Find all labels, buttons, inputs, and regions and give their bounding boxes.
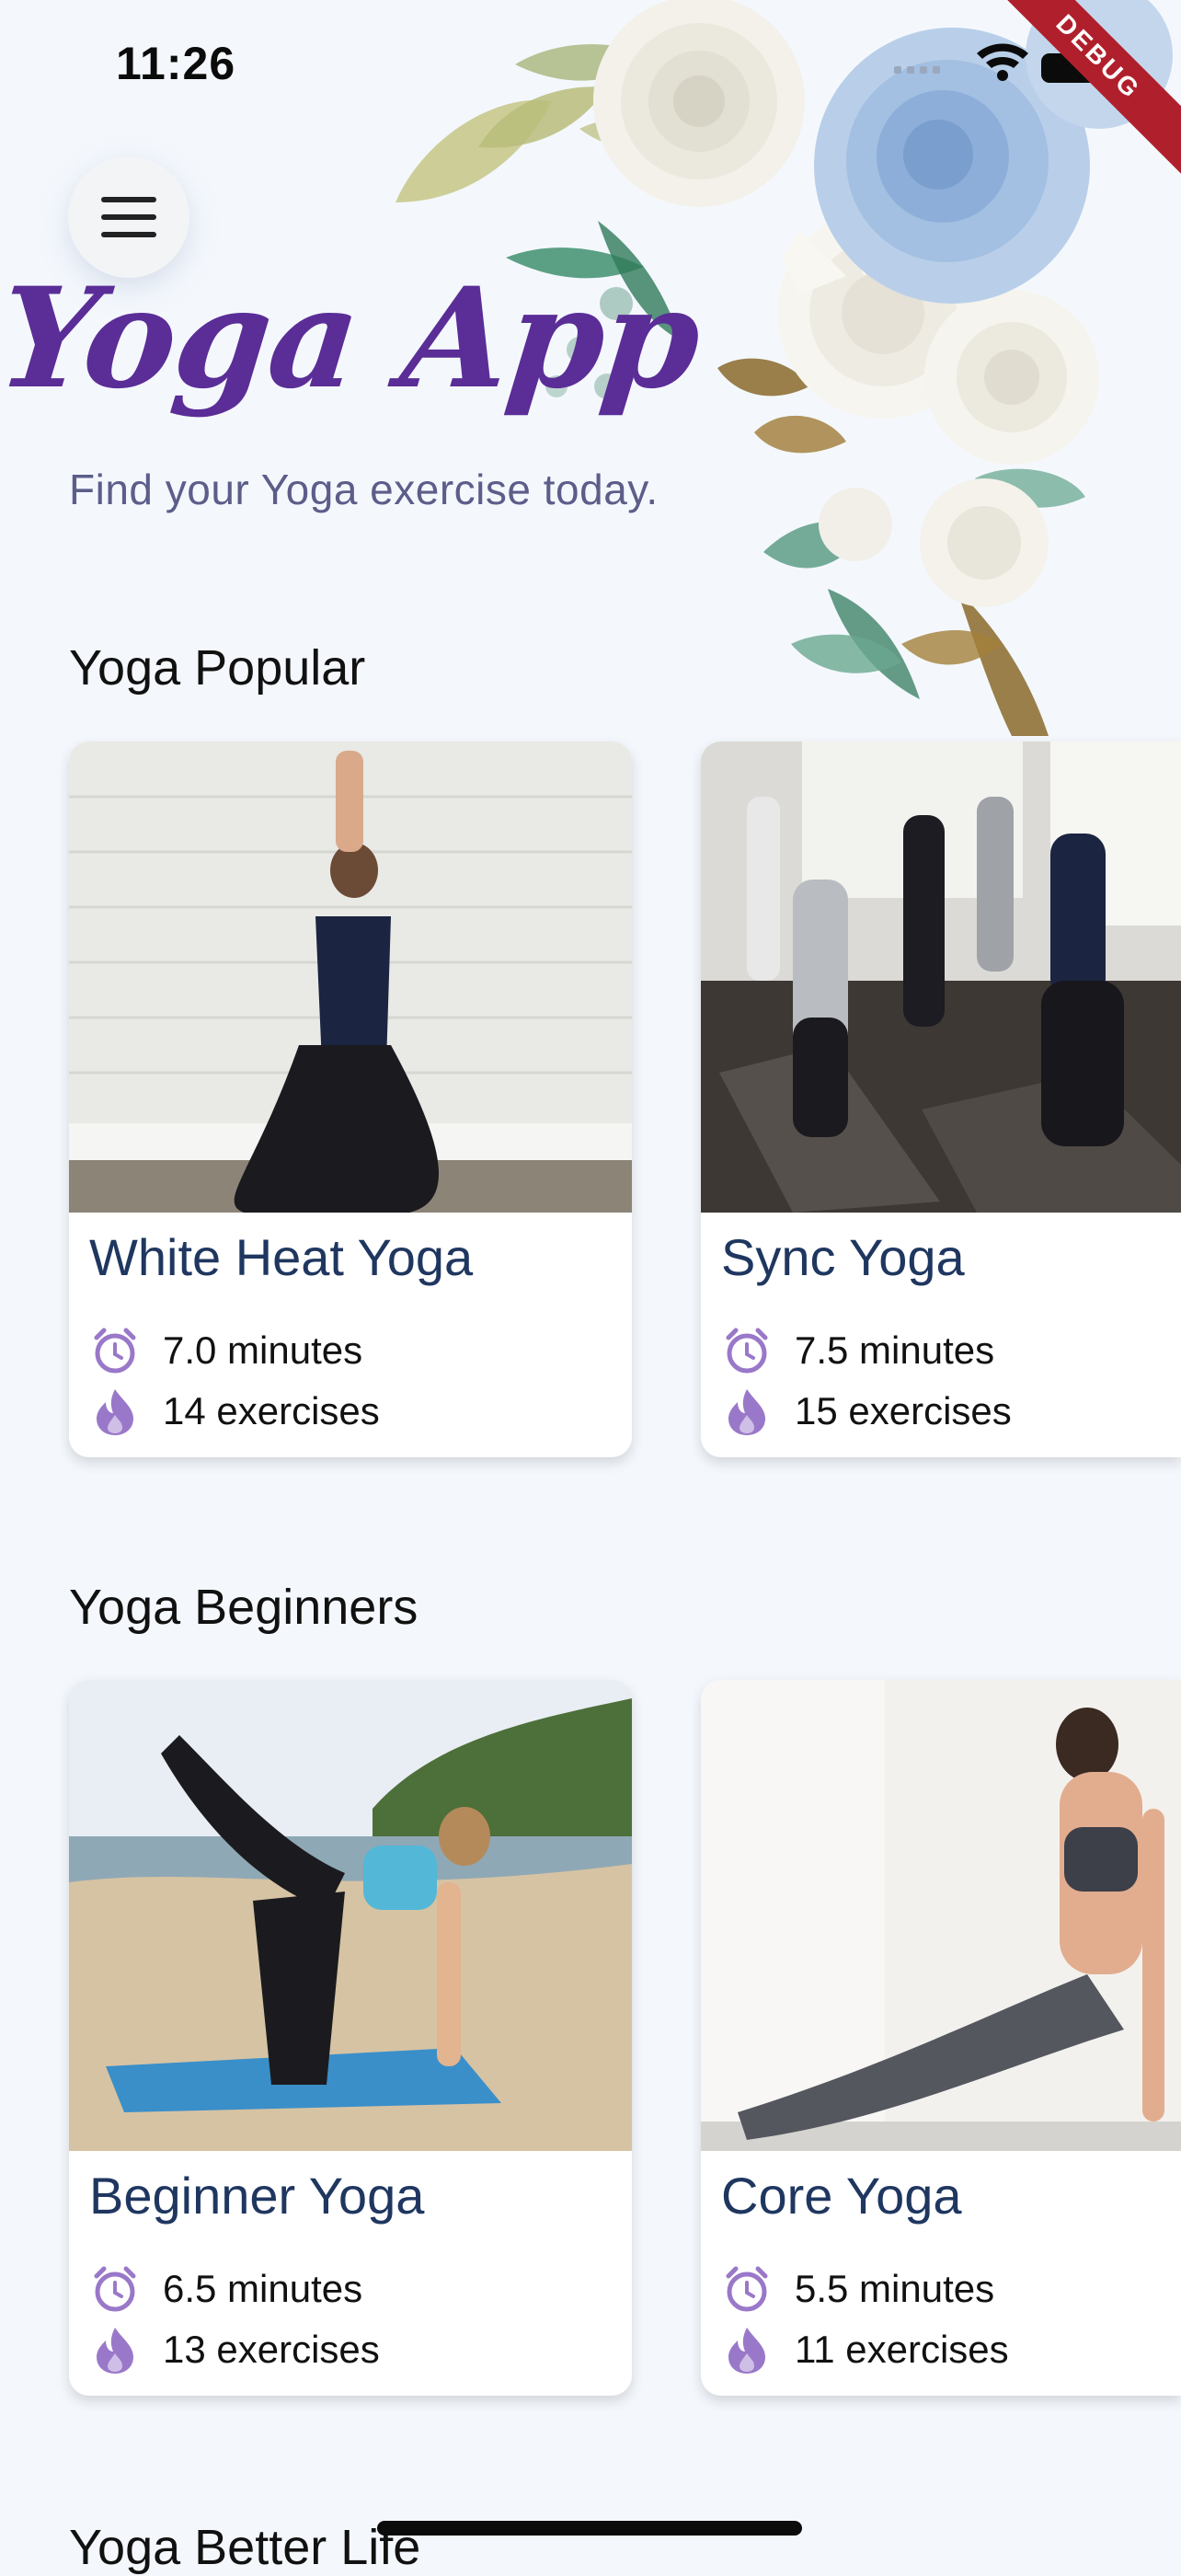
card-duration: 5.5 minutes	[721, 2263, 994, 2315]
app-subtitle: Find your Yoga exercise today.	[69, 466, 659, 513]
hamburger-icon	[101, 197, 156, 237]
card-exercises: 15 exercises	[721, 1386, 1012, 1437]
card-title: Sync Yoga	[721, 1228, 965, 1286]
exercises-text: 11 exercises	[795, 2328, 1009, 2371]
card-title: Beginner Yoga	[89, 2167, 425, 2225]
alarm-clock-icon	[89, 1325, 141, 1376]
duration-text: 6.5 minutes	[163, 2267, 363, 2310]
alarm-clock-icon	[721, 2263, 773, 2315]
workout-image	[69, 742, 632, 1213]
card-duration: 7.5 minutes	[721, 1325, 994, 1376]
app-title: Yoga App	[0, 258, 706, 420]
wifi-icon	[977, 43, 1028, 81]
alarm-clock-icon	[89, 2263, 141, 2315]
duration-text: 5.5 minutes	[795, 2267, 995, 2310]
workout-image	[701, 1680, 1181, 2151]
section-title-popular: Yoga Popular	[69, 640, 366, 696]
workout-image	[69, 1680, 632, 2151]
card-exercises: 11 exercises	[721, 2324, 1009, 2375]
section-title-better-life: Yoga Better Life	[69, 2520, 421, 2575]
home-indicator[interactable]	[377, 2521, 802, 2536]
flame-icon	[721, 2324, 773, 2375]
workout-card[interactable]: Core Yoga 5.5 minutes 11 exercises	[701, 1680, 1181, 2396]
card-title: Core Yoga	[721, 2167, 962, 2225]
exercises-text: 15 exercises	[795, 1389, 1012, 1432]
workout-card[interactable]: White Heat Yoga 7.0 minutes 14 exercises	[69, 742, 632, 1457]
duration-text: 7.0 minutes	[163, 1328, 363, 1372]
status-time: 11:26	[116, 38, 236, 89]
section-title-beginners: Yoga Beginners	[69, 1580, 419, 1635]
card-duration: 6.5 minutes	[89, 2263, 362, 2315]
duration-text: 7.5 minutes	[795, 1328, 995, 1372]
flame-icon	[89, 2324, 141, 2375]
card-title: White Heat Yoga	[89, 1228, 474, 1286]
workout-card[interactable]: Sync Yoga 7.5 minutes 15 exercises	[701, 742, 1181, 1457]
alarm-clock-icon	[721, 1325, 773, 1376]
flame-icon	[721, 1386, 773, 1437]
flame-icon	[89, 1386, 141, 1437]
card-exercises: 13 exercises	[89, 2324, 380, 2375]
card-duration: 7.0 minutes	[89, 1325, 362, 1376]
exercises-text: 14 exercises	[163, 1389, 380, 1432]
workout-card[interactable]: Beginner Yoga 6.5 minutes 13 exercises	[69, 1680, 632, 2396]
card-exercises: 14 exercises	[89, 1386, 380, 1437]
signal-icon	[894, 66, 940, 74]
workout-image	[701, 742, 1181, 1213]
exercises-text: 13 exercises	[163, 2328, 380, 2371]
